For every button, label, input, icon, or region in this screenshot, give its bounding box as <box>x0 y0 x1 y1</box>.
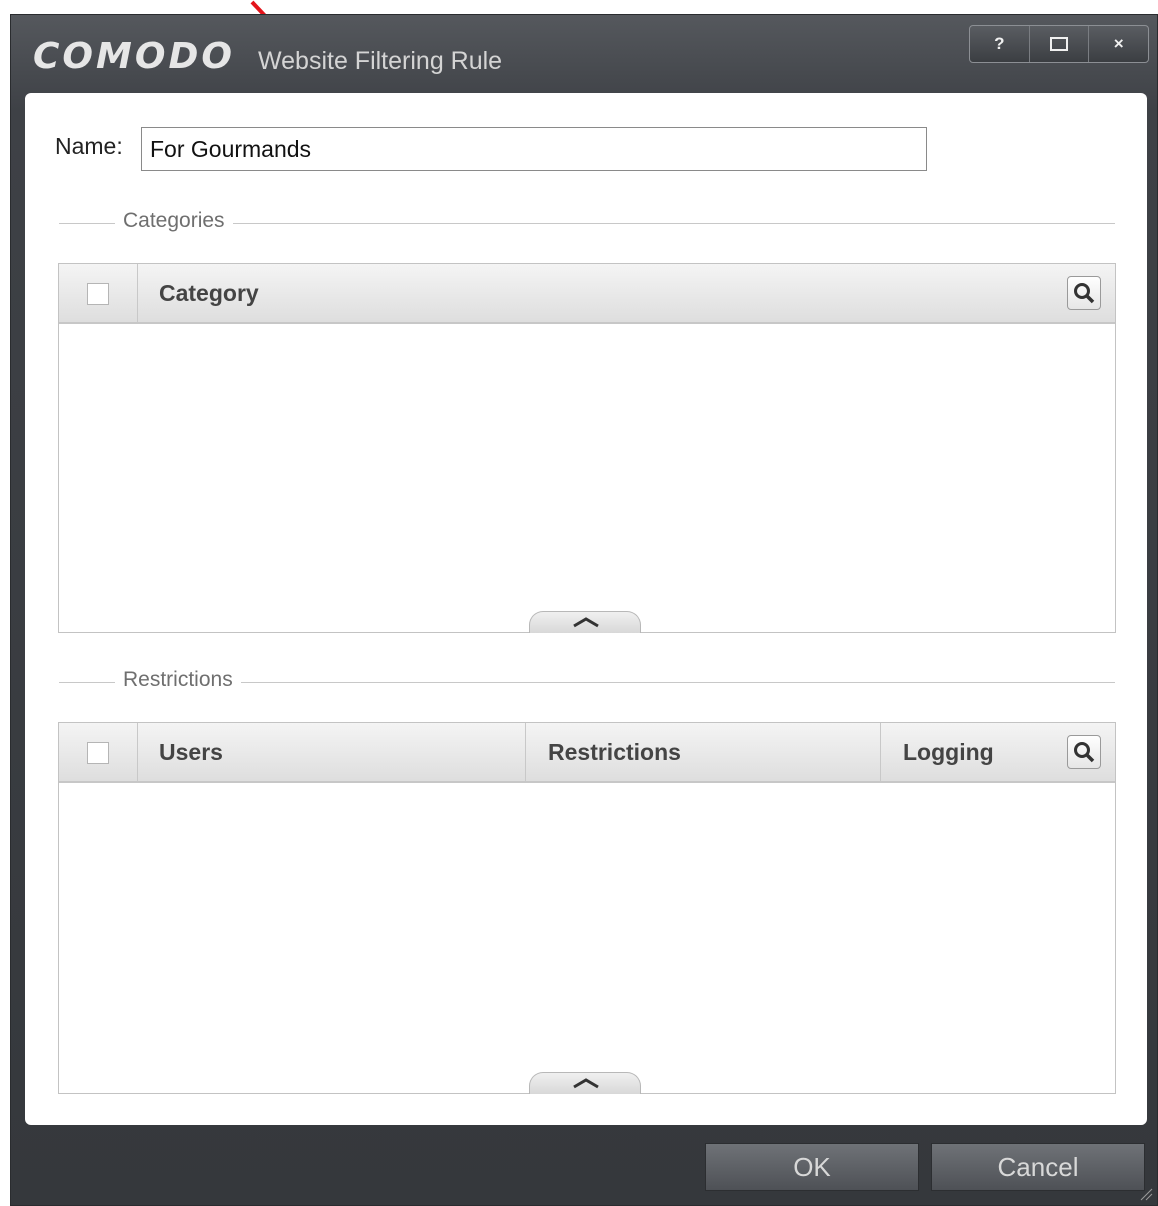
chevron-up-icon <box>573 1078 599 1089</box>
maximize-icon <box>1050 37 1068 51</box>
categories-search-button[interactable] <box>1067 276 1101 310</box>
window-controls: ? × <box>969 25 1149 63</box>
select-all-categories-checkbox[interactable] <box>87 283 109 305</box>
ok-button[interactable]: OK <box>705 1143 919 1191</box>
restrictions-collapse-toggle[interactable] <box>529 1072 641 1094</box>
search-icon <box>1074 742 1095 763</box>
dialog-body: Name: Categories Category <box>25 93 1147 1125</box>
categories-section-label: Categories <box>115 209 233 233</box>
restrictions-search-button[interactable] <box>1067 735 1101 769</box>
categories-table-header: Category <box>59 264 1115 324</box>
resize-grip-icon[interactable] <box>1139 1187 1153 1201</box>
restrictions-column-header[interactable]: Restrictions <box>525 723 880 781</box>
category-column-header[interactable]: Category <box>137 264 1037 322</box>
comodo-logo: COMODO <box>33 36 235 77</box>
help-button[interactable]: ? <box>970 26 1030 62</box>
restrictions-table: Users Restrictions Logging <box>58 722 1116 1094</box>
chevron-up-icon <box>573 617 599 628</box>
logging-column-header[interactable]: Logging <box>880 723 1060 781</box>
select-all-users-checkbox[interactable] <box>87 742 109 764</box>
name-input[interactable] <box>141 127 927 171</box>
maximize-button[interactable] <box>1030 26 1090 62</box>
search-icon <box>1074 283 1095 304</box>
window-title: Website Filtering Rule <box>258 47 503 75</box>
categories-collapse-toggle[interactable] <box>529 611 641 633</box>
name-label: Name: <box>55 133 123 159</box>
users-column-header[interactable]: Users <box>137 723 525 781</box>
restrictions-table-header: Users Restrictions Logging <box>59 723 1115 783</box>
categories-table: Category <box>58 263 1116 633</box>
close-button[interactable]: × <box>1089 26 1148 62</box>
cancel-button[interactable]: Cancel <box>931 1143 1145 1191</box>
dialog-window: COMODO Website Filtering Rule ? × Name: … <box>10 14 1158 1206</box>
restrictions-section-label: Restrictions <box>115 668 241 692</box>
